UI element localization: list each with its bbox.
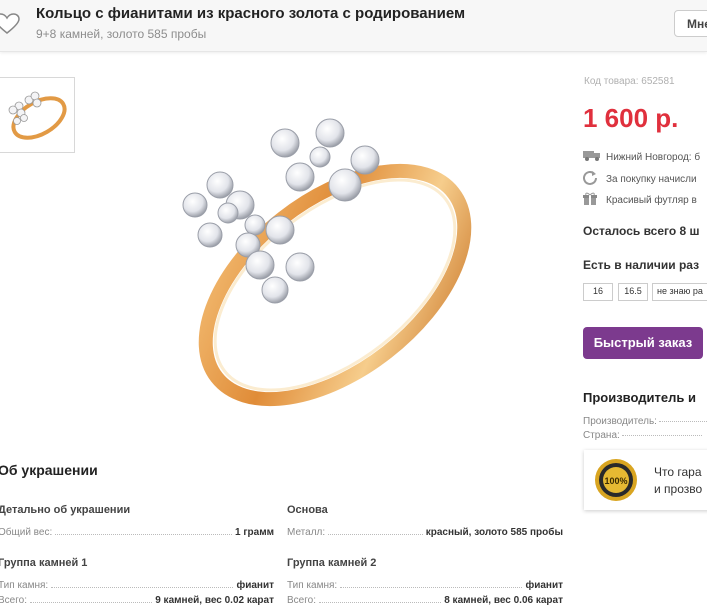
product-subtitle: 9+8 камней, золото 585 пробы	[36, 27, 207, 41]
spec-value: 9 камней, вес 0.02 карат	[155, 595, 274, 606]
spec-label: Общий вес:	[0, 527, 53, 538]
feature-delivery: Нижний Новгород: б	[583, 150, 700, 164]
product-header: Кольцо с фианитами из красного золота с …	[0, 0, 707, 52]
spec-section-title: Группа камней 1	[0, 557, 88, 569]
spec-label: Тип камня:	[0, 580, 49, 591]
spec-row: Общий вес: 1 грамм	[0, 524, 274, 538]
thumbnail-image[interactable]	[0, 77, 75, 153]
country-row: Страна:	[583, 430, 707, 441]
feature-gift-text: Красивый футляр в	[606, 194, 697, 206]
price: 1 600 р.	[583, 103, 679, 133]
spec-value: фианит	[236, 580, 274, 591]
feature-gift: Красивый футляр в	[583, 192, 697, 208]
spec-value: 1 грамм	[235, 527, 274, 538]
heart-icon[interactable]	[0, 13, 20, 35]
maker-row-label: Производитель:	[583, 416, 657, 427]
svg-text:100%: 100%	[604, 476, 627, 486]
stock-count: Осталось всего 8 ш	[583, 224, 700, 238]
guarantee-text-1: Что гара	[654, 465, 702, 479]
sku-label: Код товара: 652581	[584, 76, 675, 87]
truck-icon	[583, 150, 601, 164]
product-image	[182, 118, 472, 407]
product-title: Кольцо с фианитами из красного золота с …	[36, 5, 466, 22]
refresh-icon	[583, 170, 601, 188]
guarantee-text-2: и прозво	[654, 482, 703, 496]
maker-heading: Производитель и	[583, 390, 696, 405]
spec-section-title: Группа камней 2	[287, 557, 377, 569]
spec-label: Тип камня:	[287, 580, 338, 591]
gift-icon	[583, 192, 601, 208]
size-option[interactable]: 16.5	[618, 283, 648, 301]
quick-order-button[interactable]: Быстрый заказ	[583, 327, 703, 359]
maker-row: Производитель:	[583, 416, 707, 427]
spec-label: Металл:	[287, 527, 326, 538]
spec-row: Металл: красный, золото 585 пробы	[287, 524, 563, 538]
country-row-label: Страна:	[583, 430, 620, 441]
spec-label: Всего:	[287, 595, 316, 606]
spec-label: Всего:	[0, 595, 27, 606]
guarantee-box[interactable]: 100% Что гара и прозво	[584, 450, 707, 510]
header-action-button[interactable]: Мне	[674, 10, 707, 37]
spec-row: Тип камня: фианит	[287, 577, 563, 591]
about-heading: Об украшении	[0, 462, 98, 478]
availability-label: Есть в наличии раз	[583, 258, 700, 272]
spec-row: Всего: 8 камней, вес 0.06 карат	[287, 592, 563, 606]
feature-bonus-text: За покупку начисли	[606, 174, 697, 185]
feature-delivery-text: Нижний Новгород: б	[606, 151, 701, 163]
size-option[interactable]: 16	[583, 283, 613, 301]
spec-row: Тип камня: фианит	[0, 577, 274, 591]
spec-section-title: Основа	[287, 504, 328, 516]
size-option-unknown[interactable]: не знаю ра	[652, 283, 707, 301]
spec-section-title: Детально об украшении	[0, 504, 131, 516]
feature-bonus: За покупку начисли	[583, 170, 697, 188]
guarantee-badge-icon: 100%	[595, 459, 637, 501]
spec-row: Всего: 9 камней, вес 0.02 карат	[0, 592, 274, 606]
spec-value: красный, золото 585 пробы	[425, 527, 563, 538]
spec-value: 8 камней, вес 0.06 карат	[444, 595, 563, 606]
spec-value: фианит	[525, 580, 563, 591]
